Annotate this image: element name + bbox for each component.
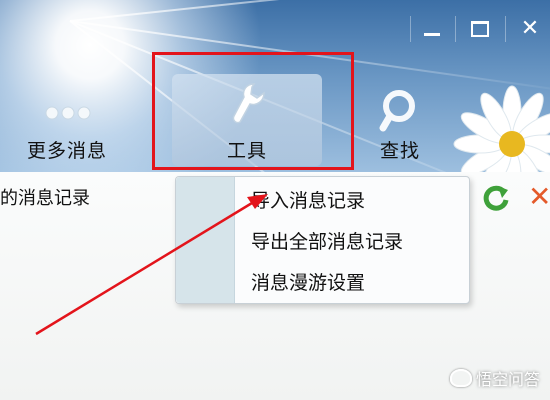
annotation-arrow: [35, 194, 268, 336]
watermark: 悟空问答: [449, 366, 540, 390]
watermark-logo-icon: [449, 369, 472, 387]
watermark-text: 悟空问答: [475, 370, 540, 389]
